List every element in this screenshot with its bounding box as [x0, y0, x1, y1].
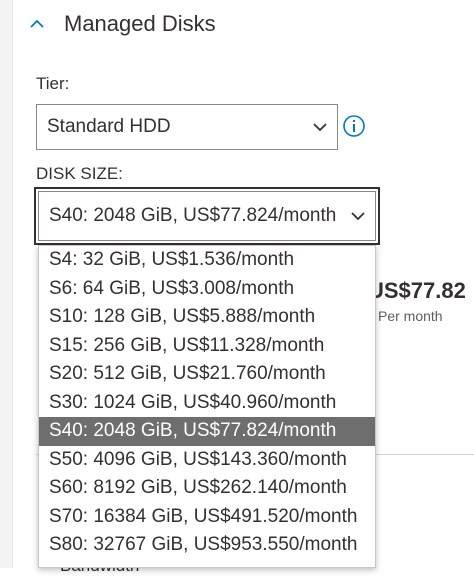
chevron-down-icon: [313, 123, 327, 132]
disk-size-label: DISK SIZE:: [36, 164, 123, 183]
section-title: Managed Disks: [64, 11, 216, 36]
disk-size-select-value: S40: 2048 GiB, US$77.824/month: [49, 205, 337, 226]
disk-size-select[interactable]: S40: 2048 GiB, US$77.824/month: [38, 191, 376, 241]
price-period: Per month: [378, 308, 443, 324]
disk-size-option[interactable]: S10: 128 GiB, US$5.888/month: [39, 303, 375, 332]
monthly-price: US$77.82: [368, 278, 466, 303]
disk-size-dropdown-list: S4: 32 GiB, US$1.536/month S6: 64 GiB, US…: [38, 245, 376, 568]
disk-size-option[interactable]: S15: 256 GiB, US$11.328/month: [39, 332, 375, 361]
tier-select[interactable]: Standard HDD: [36, 104, 338, 150]
tier-label: Tier:: [36, 74, 70, 93]
chevron-up-icon: [30, 19, 44, 28]
info-icon[interactable]: [342, 114, 366, 138]
disk-size-option[interactable]: S6: 64 GiB, US$3.008/month: [39, 275, 375, 304]
left-rail: [0, 0, 13, 568]
disk-size-option[interactable]: S80: 32767 GiB, US$953.550/month: [39, 531, 375, 560]
disk-size-option[interactable]: S4: 32 GiB, US$1.536/month: [39, 246, 375, 275]
disk-size-option[interactable]: S60: 8192 GiB, US$262.140/month: [39, 474, 375, 503]
disk-size-option[interactable]: S30: 1024 GiB, US$40.960/month: [39, 389, 375, 418]
managed-disks-section-toggle[interactable]: Managed Disks: [30, 8, 216, 40]
disk-size-option[interactable]: S40: 2048 GiB, US$77.824/month: [39, 417, 375, 446]
tier-select-value: Standard HDD: [47, 116, 171, 137]
disk-size-option[interactable]: S50: 4096 GiB, US$143.360/month: [39, 446, 375, 475]
disk-size-option[interactable]: S70: 16384 GiB, US$491.520/month: [39, 503, 375, 532]
chevron-down-icon: [351, 212, 365, 221]
disk-size-option[interactable]: S20: 512 GiB, US$21.760/month: [39, 360, 375, 389]
